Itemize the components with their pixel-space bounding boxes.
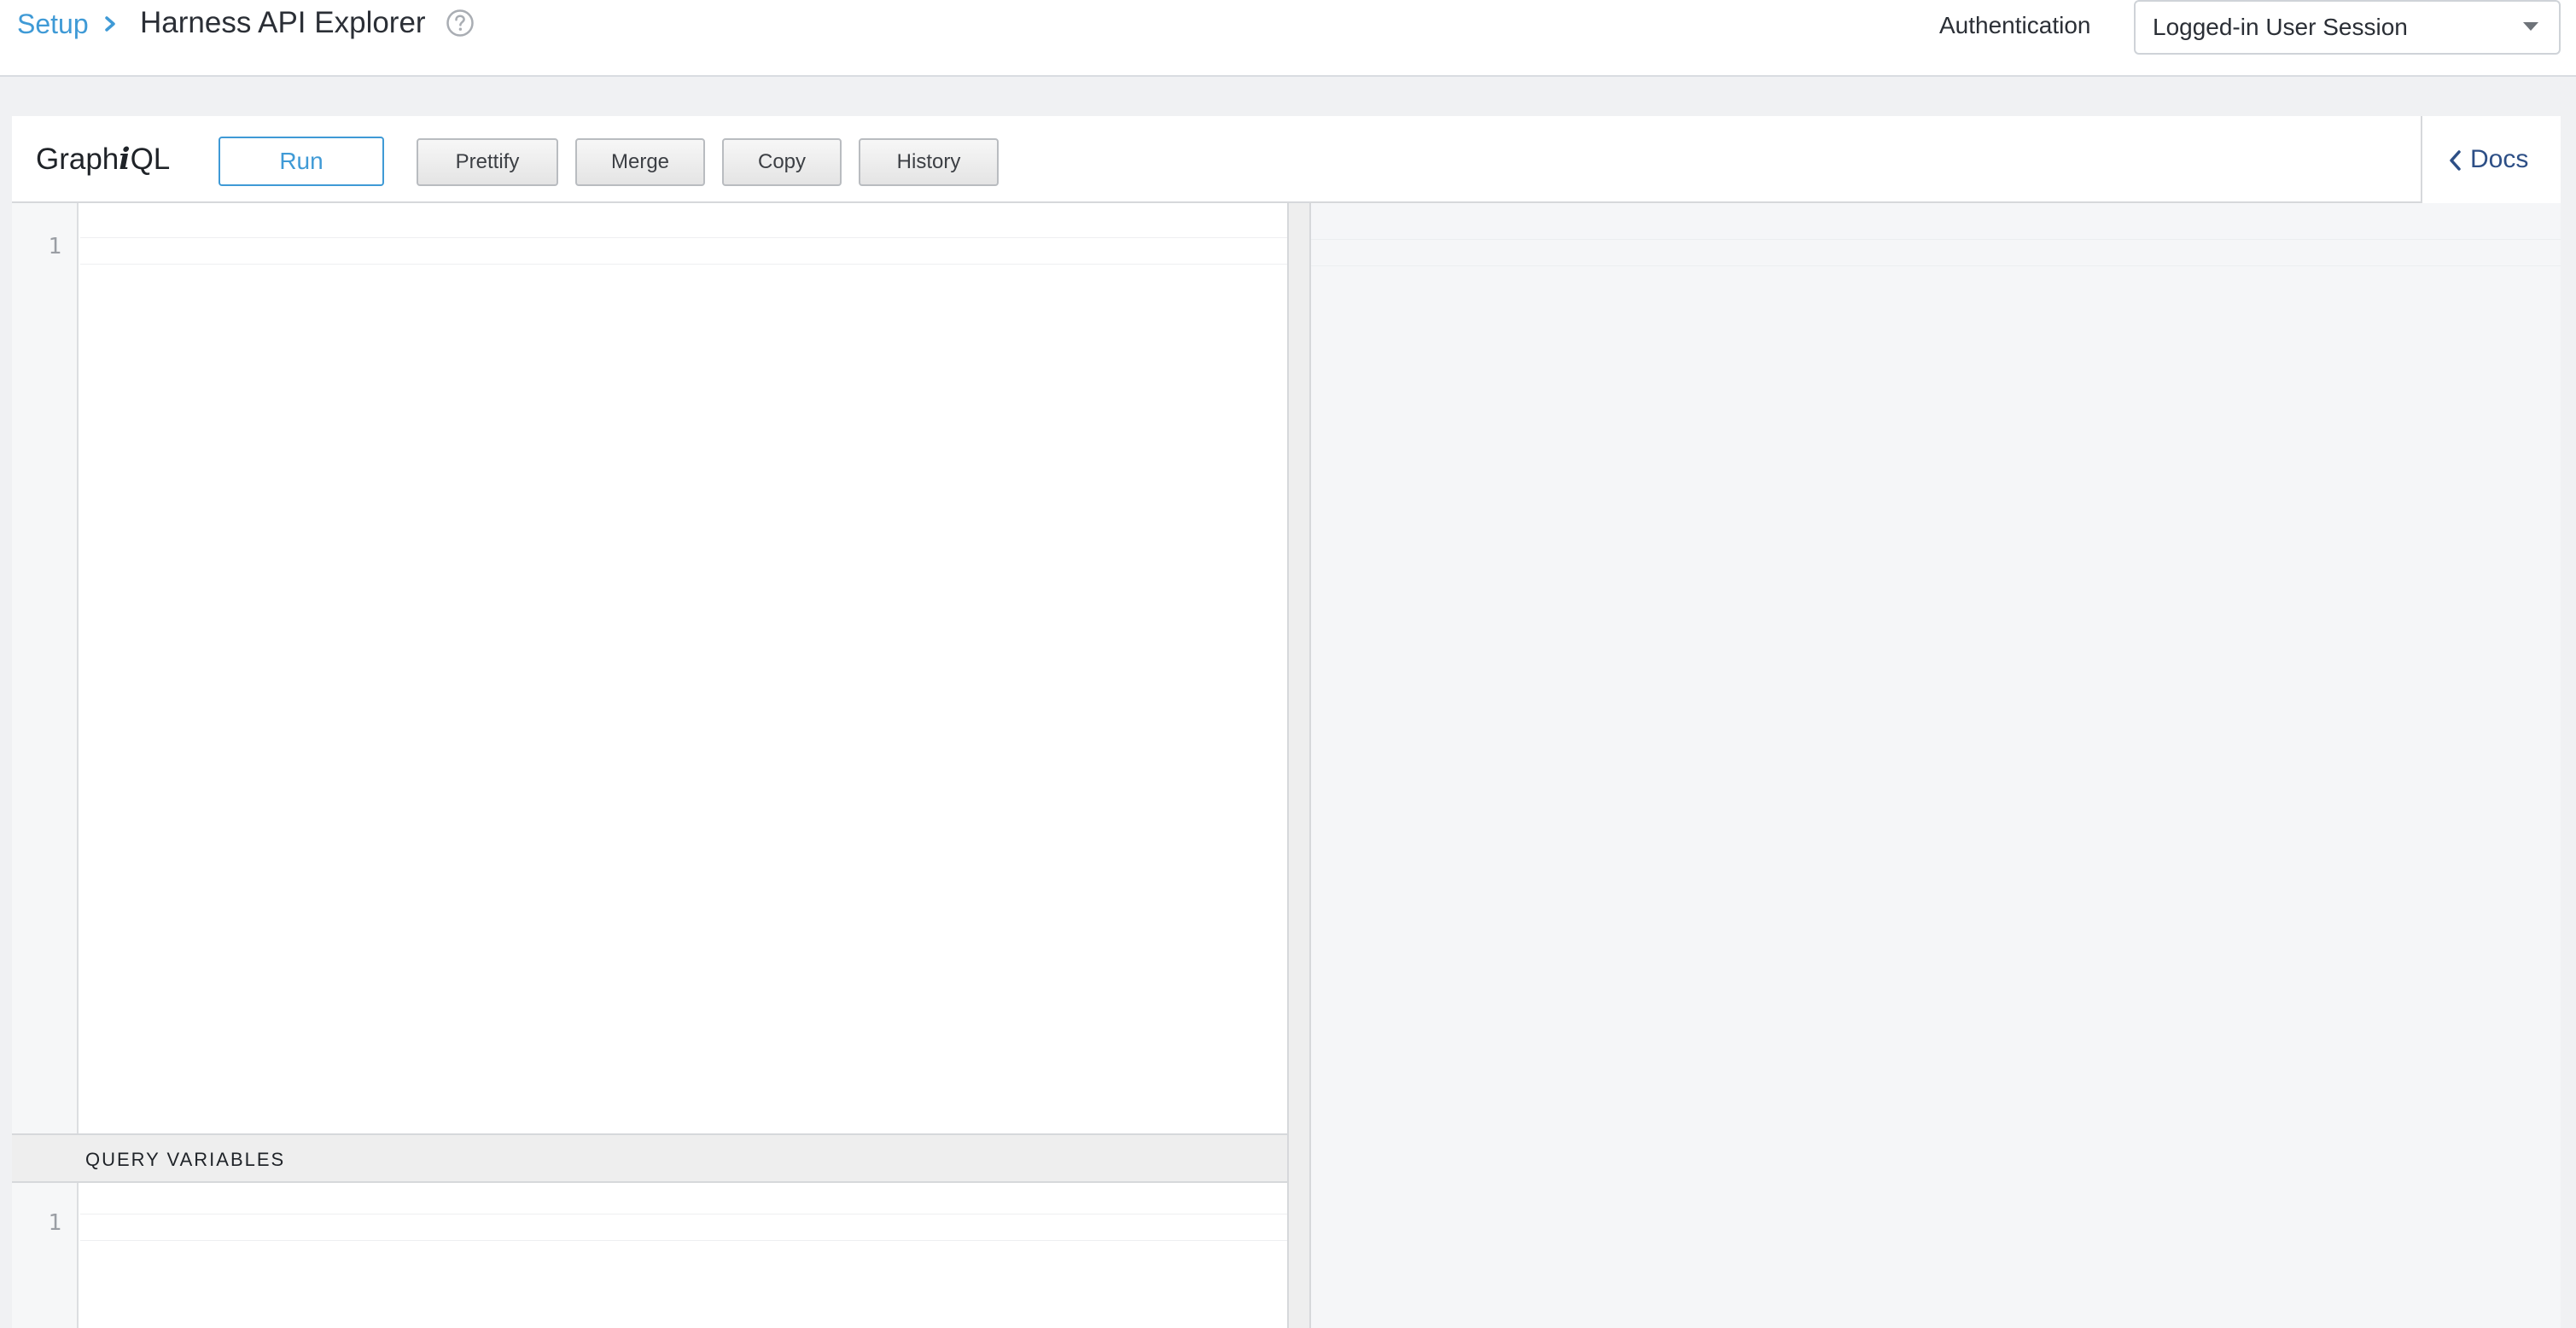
authentication-label: Authentication: [1939, 12, 2091, 38]
merge-button[interactable]: Merge: [575, 138, 705, 186]
result-pane: [1311, 203, 2561, 1328]
authentication-selected-value: Logged-in User Session: [2153, 14, 2408, 40]
authentication-select[interactable]: Logged-in User Session: [2134, 0, 2561, 55]
page-title: Harness API Explorer: [140, 6, 426, 39]
graphiql-panel: GraphiQL Run Prettify Merge Copy History…: [12, 116, 2561, 1328]
graphiql-title: GraphiQL: [36, 142, 171, 177]
query-variables-title: QUERY VARIABLES: [85, 1149, 286, 1170]
top-header: Setup Harness API Explorer Authenticatio…: [0, 0, 2576, 77]
caret-down-icon: [2523, 22, 2538, 31]
editor-result-divider[interactable]: [1287, 203, 1311, 1328]
result-line: [1311, 239, 2561, 266]
run-button[interactable]: Run: [219, 137, 384, 186]
help-icon[interactable]: [446, 9, 475, 38]
chevron-right-icon: [105, 16, 115, 32]
graphiql-toolbar: GraphiQL Run Prettify Merge Copy History…: [12, 116, 2561, 203]
query-editor-gutter: 1: [12, 203, 79, 1133]
line-number: 1: [48, 234, 61, 259]
query-variables-editor[interactable]: 1: [12, 1183, 1287, 1328]
variables-editor-line[interactable]: [80, 1214, 1287, 1241]
chevron-left-icon: [2450, 150, 2461, 171]
docs-label: Docs: [2470, 145, 2529, 173]
variables-editor-gutter: 1: [12, 1183, 79, 1328]
query-editor-line[interactable]: [80, 237, 1287, 265]
line-number: 1: [48, 1210, 61, 1236]
query-variables-header[interactable]: QUERY VARIABLES: [12, 1133, 1287, 1183]
history-button[interactable]: History: [859, 138, 999, 186]
prettify-button[interactable]: Prettify: [417, 138, 558, 186]
docs-toggle[interactable]: Docs: [2421, 116, 2561, 203]
copy-button[interactable]: Copy: [722, 138, 842, 186]
breadcrumb-setup-link[interactable]: Setup: [17, 5, 89, 43]
query-editor[interactable]: 1: [12, 203, 1287, 1133]
